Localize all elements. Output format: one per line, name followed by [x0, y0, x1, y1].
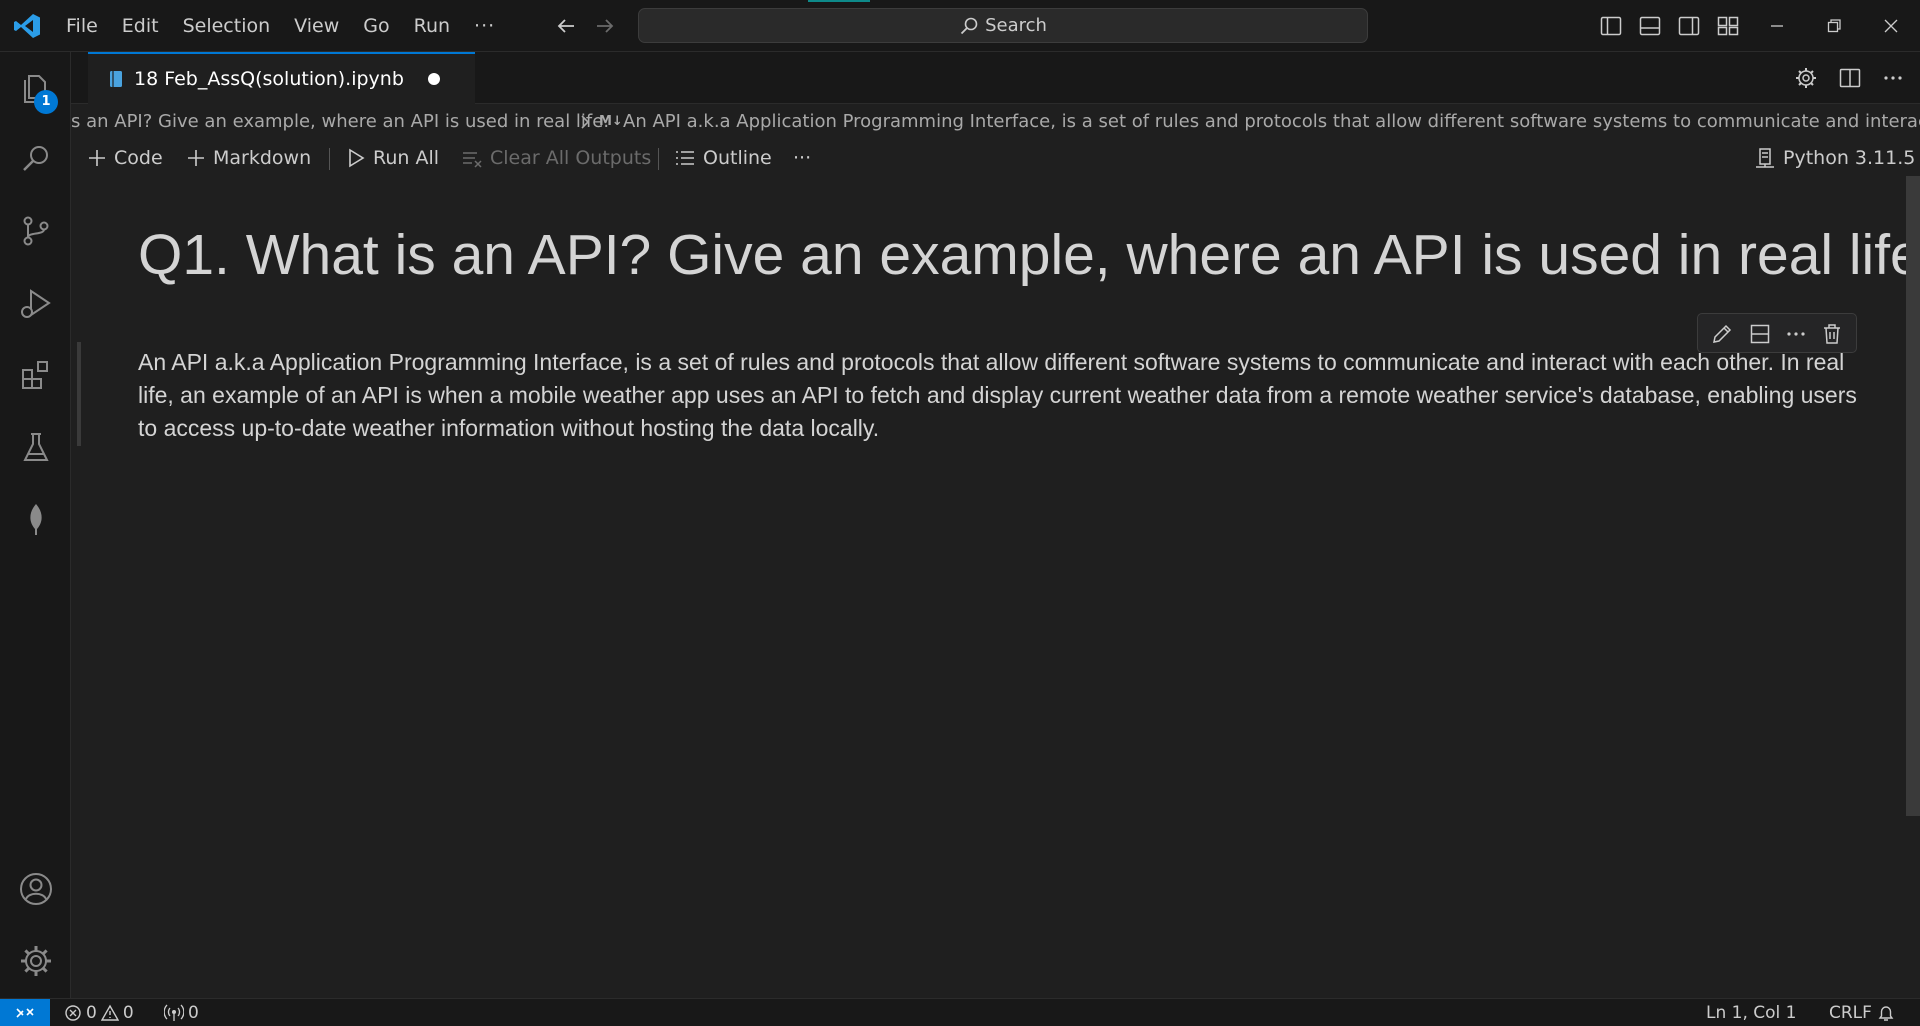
close-window-icon[interactable] [1877, 12, 1905, 40]
clear-outputs-label: Clear All Outputs [490, 147, 652, 169]
remote-indicator-button[interactable] [0, 999, 50, 1026]
status-bar: 0 0 0 Ln 1, Col 1 CRLF [0, 998, 1920, 1026]
clear-all-outputs-button[interactable]: Clear All Outputs [461, 140, 651, 176]
notebook-toolbar: Code Markdown Run All Clear All Outputs … [71, 140, 1920, 176]
activity-bar: 1 [0, 52, 71, 998]
editor-more-actions-icon[interactable] [1881, 66, 1905, 90]
extensions-icon[interactable] [17, 356, 55, 394]
editor-scrollbar[interactable] [1906, 176, 1920, 816]
outline-label: Outline [703, 147, 772, 169]
ports-count: 0 [188, 1003, 199, 1023]
toolbar-divider [329, 148, 330, 170]
warning-icon [100, 1004, 119, 1022]
minimize-icon[interactable] [1763, 12, 1791, 40]
menu-go[interactable]: Go [351, 9, 401, 43]
outline-button[interactable]: Outline [674, 140, 772, 176]
markdown-heading-cell[interactable]: Q1. What is an API? Give an example, whe… [138, 222, 1920, 288]
markdown-answer-cell[interactable]: An API a.k.a Application Programming Int… [138, 346, 1878, 445]
editor-tab-strip: 18 Feb_AssQ(solution).ipynb [71, 52, 1920, 104]
notebook-file-icon [108, 70, 124, 88]
vscode-logo-icon [13, 12, 41, 40]
delete-cell-trash-icon[interactable] [1820, 322, 1844, 346]
line-ending[interactable]: CRLF [1829, 999, 1872, 1026]
toggle-secondary-sidebar-icon[interactable] [1677, 14, 1701, 38]
menu-file[interactable]: File [54, 9, 110, 43]
clear-outputs-icon [461, 148, 483, 168]
notebook-settings-gear-icon[interactable] [1794, 66, 1818, 90]
explorer-badge: 1 [34, 90, 58, 114]
breadcrumb-chevron-icon [579, 114, 591, 130]
menu-bar: File Edit Selection View Go Run ··· [54, 0, 507, 52]
run-debug-icon[interactable] [17, 284, 55, 322]
account-icon[interactable] [17, 870, 55, 908]
title-accent-line [808, 0, 870, 2]
outline-list-icon [674, 148, 696, 168]
menu-run[interactable]: Run [402, 9, 462, 43]
plus-icon [87, 148, 107, 168]
menu-selection[interactable]: Selection [171, 9, 283, 43]
error-count: 0 [86, 1003, 97, 1023]
cell-more-actions-icon[interactable] [1784, 322, 1808, 346]
search-label: Search [985, 15, 1047, 36]
title-bar: File Edit Selection View Go Run ··· Sear… [0, 0, 1920, 52]
plus-icon [186, 148, 206, 168]
breadcrumb: s an API? Give an example, where an API … [71, 104, 1920, 140]
unsaved-dot-icon[interactable] [427, 73, 440, 85]
search-icon [959, 16, 979, 36]
add-markdown-label: Markdown [213, 147, 312, 169]
source-control-icon[interactable] [17, 212, 55, 250]
add-code-label: Code [114, 147, 163, 169]
cursor-position[interactable]: Ln 1, Col 1 [1706, 999, 1797, 1026]
restore-icon[interactable] [1820, 12, 1848, 40]
run-all-icon [346, 148, 366, 168]
warning-count: 0 [122, 1003, 134, 1023]
problems-indicator[interactable]: 0 0 [64, 999, 134, 1026]
back-arrow-icon[interactable] [554, 14, 578, 38]
toggle-primary-sidebar-icon[interactable] [1599, 14, 1623, 38]
broadcast-icon [164, 1004, 184, 1022]
kernel-server-icon [1754, 147, 1776, 169]
add-code-cell-button[interactable]: Code [87, 140, 163, 176]
ports-indicator[interactable]: 0 [164, 999, 199, 1026]
run-all-button[interactable]: Run All [346, 140, 439, 176]
error-icon [64, 1004, 82, 1022]
menu-edit[interactable]: Edit [110, 9, 171, 43]
add-markdown-cell-button[interactable]: Markdown [186, 140, 311, 176]
notifications-bell-icon[interactable] [1876, 999, 1896, 1026]
kernel-picker[interactable]: Python 3.11.5 [1754, 140, 1915, 176]
tab-label: 18 Feb_AssQ(solution).ipynb [134, 68, 404, 90]
menu-more-button[interactable]: ··· [462, 9, 507, 43]
cell-focus-indicator [77, 342, 81, 446]
tab-notebook[interactable]: 18 Feb_AssQ(solution).ipynb [88, 52, 475, 104]
command-center-search[interactable]: Search [638, 8, 1368, 43]
search-view-icon[interactable] [17, 140, 55, 178]
run-all-label: Run All [373, 147, 440, 169]
manage-gear-icon[interactable] [17, 942, 55, 980]
split-editor-icon[interactable] [1838, 66, 1862, 90]
customize-layout-icon[interactable] [1716, 14, 1740, 38]
menu-view[interactable]: View [282, 9, 351, 43]
kernel-label: Python 3.11.5 [1783, 147, 1916, 169]
mongodb-leaf-icon[interactable] [17, 500, 55, 538]
markdown-cell-marker: M↓ [599, 114, 623, 129]
breadcrumb-cell[interactable]: An API a.k.a Application Programming Int… [623, 104, 1920, 140]
notebook-more-button[interactable]: ··· [793, 140, 811, 176]
toggle-panel-icon[interactable] [1638, 14, 1662, 38]
forward-arrow-icon[interactable] [593, 14, 617, 38]
toolbar-divider [658, 148, 659, 170]
split-cell-icon[interactable] [1748, 322, 1772, 346]
testing-flask-icon[interactable] [17, 428, 55, 466]
breadcrumb-heading[interactable]: s an API? Give an example, where an API … [71, 104, 609, 140]
edit-pencil-icon[interactable] [1710, 322, 1734, 346]
